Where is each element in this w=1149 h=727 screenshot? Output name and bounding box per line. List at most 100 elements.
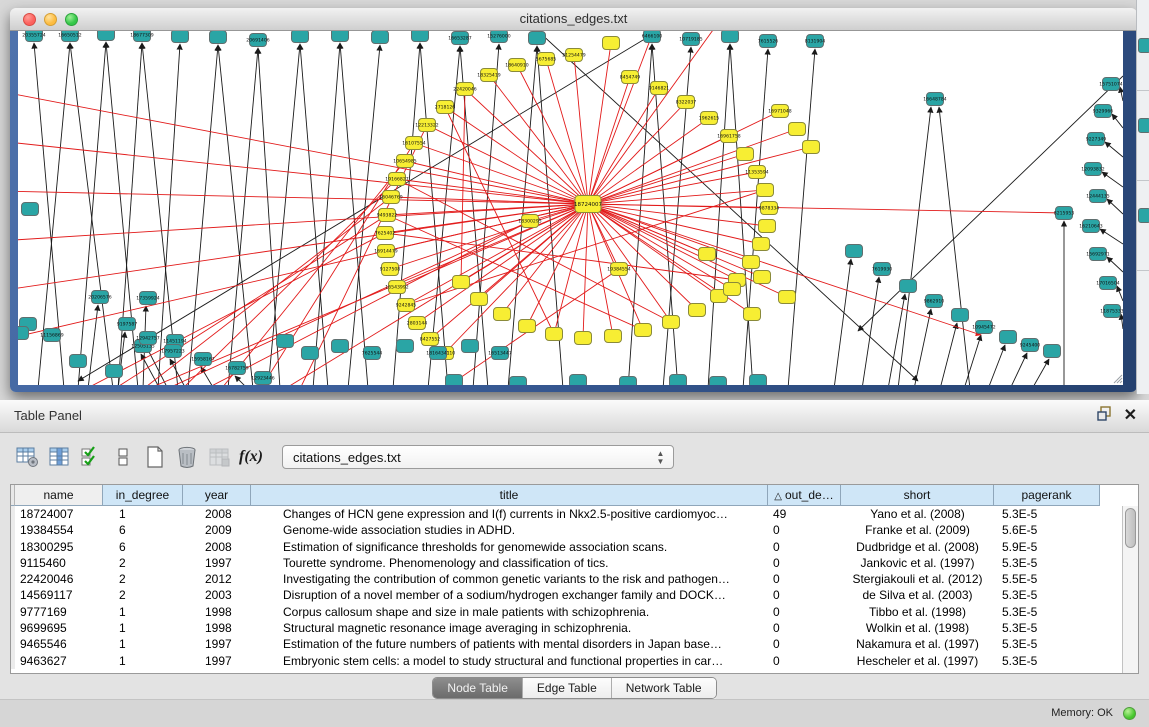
table-selector-dropdown[interactable]: citations_edges.txt ▲▼ xyxy=(282,445,674,469)
network-node[interactable]: 12923446 xyxy=(251,372,274,385)
network-node[interactable] xyxy=(462,340,479,353)
cell-out_de[interactable]: 0 xyxy=(768,653,841,669)
cell-pagerank[interactable]: 5.3E-5 xyxy=(994,555,1100,571)
network-node[interactable]: 20691406 xyxy=(246,34,269,47)
network-node[interactable] xyxy=(332,340,349,353)
cell-title[interactable]: Tourette syndrome. Phenomenology and cla… xyxy=(251,555,768,571)
cell-name[interactable]: 14569117 xyxy=(15,587,103,603)
network-node[interactable]: 2718126 xyxy=(435,101,456,114)
network-node[interactable]: 7625402 xyxy=(375,227,396,240)
cell-title[interactable]: Estimation of significance thresholds fo… xyxy=(251,539,768,555)
network-node[interactable]: 18300295 xyxy=(518,215,541,228)
cell-name[interactable]: 9465546 xyxy=(15,636,103,652)
cell-title[interactable]: Estimation of the future numbers of pati… xyxy=(251,636,768,652)
cell-out_de[interactable]: 0 xyxy=(768,604,841,620)
cell-year[interactable]: 1997 xyxy=(183,555,251,571)
cell-title[interactable]: Investigating the contribution of common… xyxy=(251,571,768,587)
network-node[interactable] xyxy=(724,283,741,296)
table-settings-button[interactable] xyxy=(12,441,42,473)
network-node[interactable]: 17359924 xyxy=(136,292,159,305)
network-node[interactable] xyxy=(453,276,470,289)
network-node[interactable]: 16513447 xyxy=(488,347,511,360)
network-node[interactable] xyxy=(603,37,620,50)
network-node[interactable]: 8322037 xyxy=(676,96,697,109)
network-node[interactable] xyxy=(743,256,760,269)
column-header-title[interactable]: title xyxy=(251,485,768,506)
tab-node-table[interactable]: Node Table xyxy=(433,678,522,698)
network-node[interactable]: 9146821 xyxy=(649,82,670,95)
cell-short[interactable]: Jankovic et al. (1997) xyxy=(841,555,994,571)
network-node[interactable]: 18724007 xyxy=(574,196,602,213)
network-node[interactable] xyxy=(106,365,123,378)
network-node[interactable]: 7619930 xyxy=(872,263,893,276)
network-node[interactable] xyxy=(412,31,429,42)
table-row[interactable]: 946554611997Estimation of the future num… xyxy=(11,636,1138,652)
cell-pagerank[interactable]: 5.3E-5 xyxy=(994,604,1100,620)
network-node[interactable]: 10719185 xyxy=(679,33,702,46)
network-node[interactable]: 11875333 xyxy=(1100,305,1123,318)
network-node[interactable]: 5675685 xyxy=(536,53,557,66)
network-node[interactable] xyxy=(605,330,622,343)
network-node[interactable]: 16543992 xyxy=(385,281,408,294)
function-builder-button[interactable]: f(x) xyxy=(236,441,266,473)
network-node[interactable]: 16971048 xyxy=(768,105,791,118)
cell-in_degree[interactable]: 1 xyxy=(103,636,183,652)
column-header-name[interactable]: name xyxy=(15,485,103,506)
table-row[interactable]: 946362711997Embryonic stem cells: a mode… xyxy=(11,653,1138,669)
network-node[interactable]: 12942757 xyxy=(136,332,159,345)
network-node[interactable] xyxy=(759,220,776,233)
network-node[interactable]: 17957223 xyxy=(161,345,184,358)
network-node[interactable] xyxy=(689,304,706,317)
cell-short[interactable]: Tibbo et al. (1998) xyxy=(841,604,994,620)
cell-pagerank[interactable]: 5.3E-5 xyxy=(994,587,1100,603)
network-node[interactable]: 7625544 xyxy=(362,347,383,360)
network-node[interactable]: 9242845 xyxy=(396,299,417,312)
network-node[interactable]: 9127508 xyxy=(380,263,401,276)
cell-short[interactable]: Yano et al. (2008) xyxy=(841,506,994,522)
cell-short[interactable]: de Silva et al. (2003) xyxy=(841,587,994,603)
network-node[interactable]: 9878334 xyxy=(759,202,780,215)
cell-out_de[interactable]: 0 xyxy=(768,571,841,587)
table-row[interactable]: 2242004622012Investigating the contribut… xyxy=(11,571,1138,587)
network-node[interactable] xyxy=(519,320,536,333)
network-node[interactable] xyxy=(710,377,727,386)
network-node[interactable] xyxy=(757,184,774,197)
network-node[interactable]: 15751074 xyxy=(1099,78,1122,91)
network-node[interactable] xyxy=(494,308,511,321)
delete-table-button[interactable] xyxy=(172,441,202,473)
network-node[interactable]: 11353594 xyxy=(745,166,768,179)
tab-network-table[interactable]: Network Table xyxy=(611,678,716,698)
cell-short[interactable]: Franke et al. (2009) xyxy=(841,522,994,538)
network-node[interactable] xyxy=(663,316,680,329)
network-node[interactable]: 9329966 xyxy=(1093,105,1114,118)
cell-out_de[interactable]: 0 xyxy=(768,636,841,652)
cell-name[interactable]: 9463627 xyxy=(15,653,103,669)
clear-selection-button[interactable] xyxy=(108,441,138,473)
cell-title[interactable]: Embryonic stem cells: a model to study s… xyxy=(251,653,768,669)
cell-out_de[interactable]: 49 xyxy=(768,506,841,522)
network-node[interactable]: 9227349 xyxy=(1086,133,1107,146)
cell-out_de[interactable]: 0 xyxy=(768,555,841,571)
cell-pagerank[interactable]: 5.9E-5 xyxy=(994,539,1100,555)
network-node[interactable]: 18640910 xyxy=(505,59,528,72)
cell-name[interactable]: 9115460 xyxy=(15,555,103,571)
column-header-out_de[interactable]: △out_de… xyxy=(768,485,841,506)
network-node[interactable] xyxy=(744,308,761,321)
cell-year[interactable]: 2003 xyxy=(183,587,251,603)
network-node[interactable] xyxy=(803,141,820,154)
network-node[interactable]: 9493822 xyxy=(377,209,398,222)
float-panel-icon[interactable] xyxy=(1097,406,1112,426)
close-panel-icon[interactable]: ✕ xyxy=(1124,408,1137,424)
network-node[interactable] xyxy=(302,347,319,360)
network-node[interactable] xyxy=(292,31,309,43)
scrollbar-thumb[interactable] xyxy=(1125,508,1136,548)
network-node[interactable]: 16961758 xyxy=(717,130,740,143)
network-node[interactable]: 16648784 xyxy=(923,93,946,106)
network-node[interactable]: 15276000 xyxy=(487,31,510,43)
cell-year[interactable]: 2009 xyxy=(183,522,251,538)
cell-name[interactable]: 18724007 xyxy=(15,506,103,522)
cell-in_degree[interactable]: 2 xyxy=(103,555,183,571)
network-node[interactable] xyxy=(670,375,687,386)
cell-short[interactable]: Stergiakouli et al. (2012) xyxy=(841,571,994,587)
column-header-year[interactable]: year xyxy=(183,485,251,506)
